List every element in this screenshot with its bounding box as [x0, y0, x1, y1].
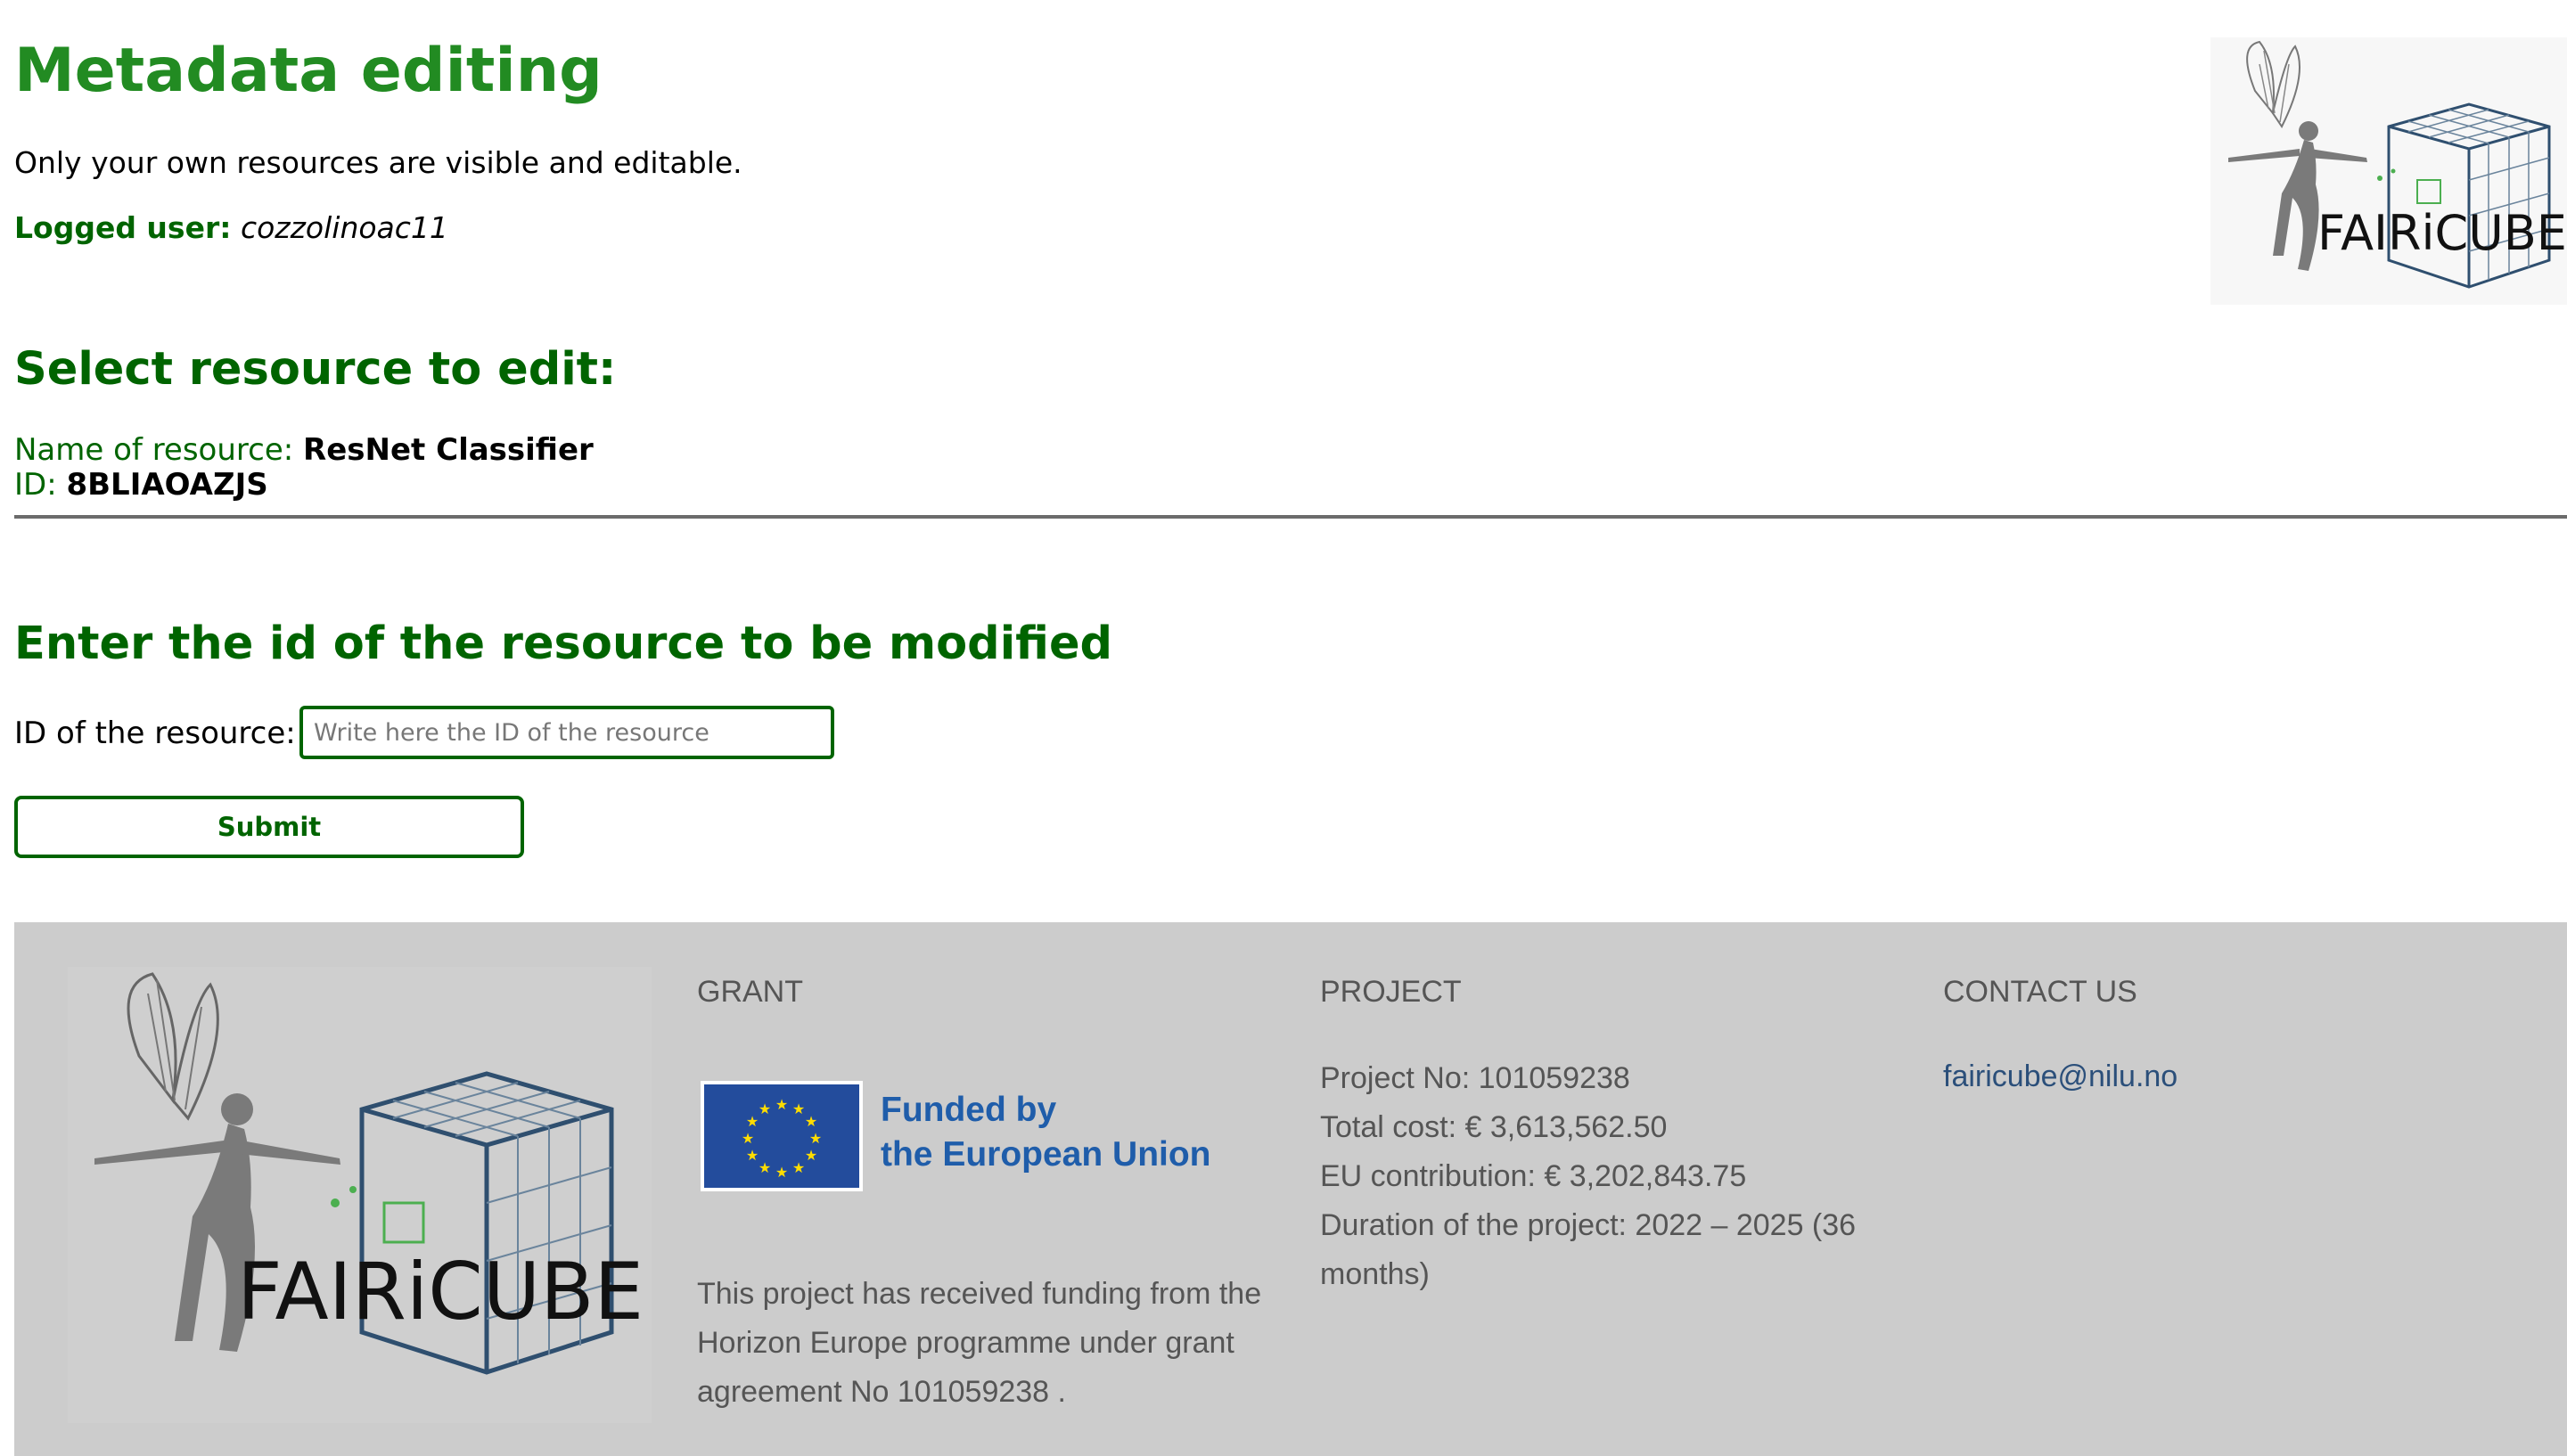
page-subtitle: Only your own resources are visible and …: [14, 145, 742, 180]
logged-user-line: Logged user: cozzolinoac11: [14, 210, 448, 245]
svg-text:★: ★: [805, 1113, 817, 1130]
project-total-cost: Total cost: € 3,613,562.50: [1320, 1110, 1668, 1144]
resource-name-value: ResNet Classifier: [303, 432, 594, 468]
project-duration: Duration of the project: 2022 – 2025 (36…: [1320, 1208, 1857, 1291]
resource-name-row: Name of resource: ResNet Classifier: [14, 432, 594, 468]
svg-text:★: ★: [759, 1100, 771, 1117]
resource-id-input-label: ID of the resource:: [14, 716, 296, 751]
page: Metadata editing Only your own resources…: [0, 0, 2567, 1456]
grant-heading: GRANT: [697, 975, 803, 1009]
fairicube-logo: FAIRiCUBE: [2210, 37, 2567, 305]
submit-button[interactable]: Submit: [14, 796, 524, 858]
svg-text:★: ★: [759, 1159, 771, 1176]
logged-user-name: cozzolinoac11: [240, 210, 448, 245]
svg-text:★: ★: [792, 1100, 805, 1117]
contact-heading: CONTACT US: [1943, 975, 2137, 1009]
svg-text:★: ★: [746, 1113, 759, 1130]
logged-user-label: Logged user:: [14, 210, 232, 245]
svg-text:★: ★: [746, 1147, 759, 1164]
contact-email-link[interactable]: fairicube@nilu.no: [1943, 1059, 2177, 1094]
page-title: Metadata editing: [14, 36, 603, 106]
grant-text: This project has received funding from t…: [697, 1277, 1262, 1409]
resource-id-row: ID: 8BLIAOAZJS: [14, 467, 268, 503]
resource-id-value: 8BLIAOAZJS: [66, 467, 268, 503]
project-number: Project No: 101059238: [1320, 1061, 1630, 1095]
resource-name-label: Name of resource:: [14, 432, 294, 468]
eu-funding-text: Funded by the European Union: [881, 1088, 1211, 1177]
eu-funding-line1: Funded by: [881, 1091, 1057, 1129]
select-resource-heading: Select resource to edit:: [14, 343, 617, 396]
enter-id-heading: Enter the id of the resource to be modif…: [14, 618, 1113, 670]
project-eu-contribution: EU contribution: € 3,202,843.75: [1320, 1159, 1747, 1193]
eu-flag-icon: ★ ★ ★ ★ ★ ★ ★ ★ ★ ★ ★ ★: [701, 1081, 863, 1191]
footer: FAIRiCUBE: [14, 922, 2567, 1456]
resource-id-label: ID:: [14, 467, 57, 503]
eu-funding-line2: the European Union: [881, 1135, 1211, 1174]
svg-text:★: ★: [805, 1147, 817, 1164]
section-divider: [14, 515, 2567, 519]
svg-text:FAIRiCUBE: FAIRiCUBE: [2317, 205, 2567, 261]
footer-fairicube-logo: FAIRiCUBE: [68, 967, 652, 1423]
svg-text:★: ★: [809, 1130, 822, 1147]
svg-text:★: ★: [742, 1130, 754, 1147]
svg-text:★: ★: [775, 1096, 788, 1113]
resource-id-input[interactable]: [299, 706, 834, 759]
project-details: Project No: 101059238 Total cost: € 3,61…: [1320, 1054, 1899, 1299]
svg-text:★: ★: [775, 1164, 788, 1181]
svg-text:FAIRiCUBE: FAIRiCUBE: [237, 1246, 644, 1337]
project-heading: PROJECT: [1320, 975, 1462, 1009]
svg-text:★: ★: [792, 1159, 805, 1176]
